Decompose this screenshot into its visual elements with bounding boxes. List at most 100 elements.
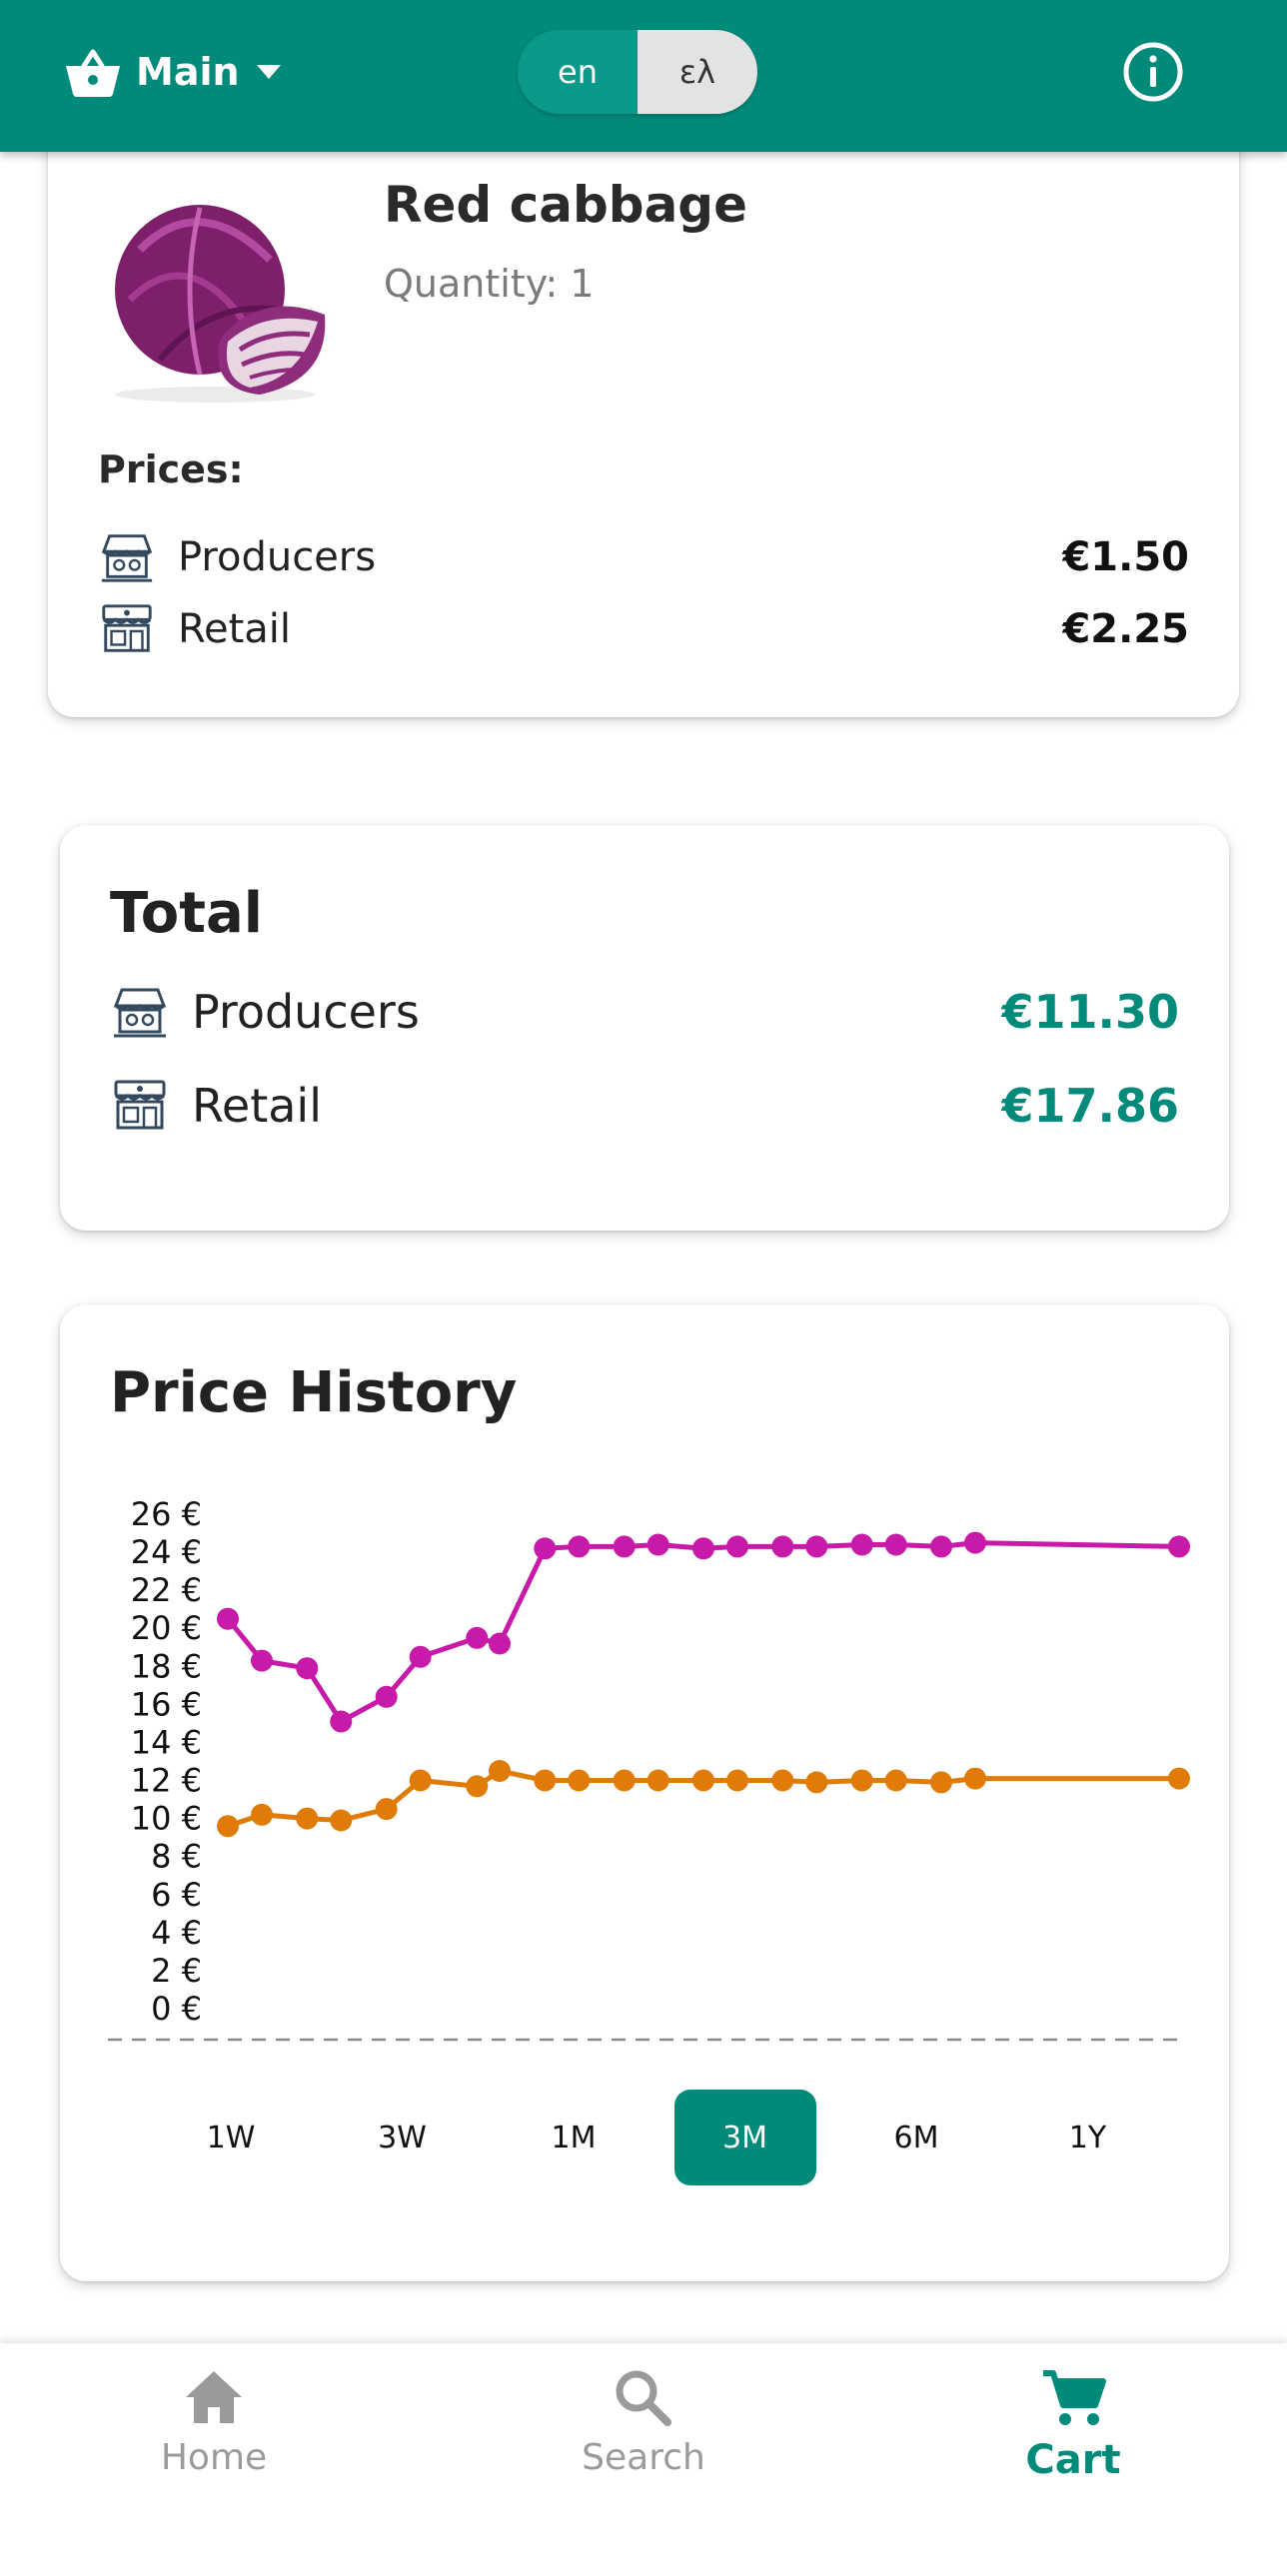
info-icon[interactable] xyxy=(1121,40,1185,104)
range-button-3m[interactable]: 3M xyxy=(673,2090,816,2185)
list-name: Main xyxy=(136,50,240,94)
price-label-retail: Retail xyxy=(178,606,292,652)
total-card: Total Producers €11.30 Retail €17.86 xyxy=(60,825,1229,1231)
y-tick-label: 0 € xyxy=(151,1990,202,2028)
data-point-series-0 xyxy=(850,1533,873,1556)
data-point-series-0 xyxy=(466,1626,489,1649)
data-point-series-1 xyxy=(726,1769,748,1792)
dropdown-arrow-icon xyxy=(256,65,281,79)
total-label-retail: Retail xyxy=(192,1079,322,1133)
data-point-series-0 xyxy=(217,1607,239,1630)
data-point-series-1 xyxy=(466,1775,489,1798)
data-point-series-0 xyxy=(771,1535,794,1558)
total-row-producers: Producers €11.30 xyxy=(110,977,1179,1047)
bottom-navigation: Home Search Cart xyxy=(0,2343,1287,2576)
nav-cart[interactable]: Cart xyxy=(943,2343,1203,2543)
price-label-producers: Producers xyxy=(178,534,377,580)
list-selector[interactable]: Main xyxy=(64,40,282,104)
data-point-series-1 xyxy=(251,1803,273,1826)
data-point-series-0 xyxy=(1168,1535,1190,1558)
product-quantity: Quantity: 1 xyxy=(384,262,595,306)
y-tick-label: 24 € xyxy=(131,1533,202,1571)
product-name: Red cabbage xyxy=(384,176,748,234)
cart-item-card: Red cabbage Quantity: 1 Prices: Producer… xyxy=(48,110,1239,717)
y-tick-label: 2 € xyxy=(151,1952,202,1990)
range-button-1m[interactable]: 1M xyxy=(503,2090,644,2185)
data-point-series-1 xyxy=(1168,1767,1190,1790)
data-point-series-0 xyxy=(251,1649,273,1672)
prices-label: Prices: xyxy=(98,447,244,491)
total-title: Total xyxy=(110,881,263,946)
price-history-card: Price History 0 €2 €4 €6 €8 €10 €12 €14 … xyxy=(60,1304,1229,2281)
data-point-series-1 xyxy=(534,1769,557,1792)
range-button-6m[interactable]: 6M xyxy=(845,2090,987,2185)
search-icon xyxy=(616,2370,671,2426)
data-point-series-0 xyxy=(409,1645,432,1668)
language-option-el[interactable]: ελ xyxy=(638,30,757,114)
nav-cart-label: Cart xyxy=(1025,2437,1121,2483)
nav-search-label: Search xyxy=(582,2437,705,2478)
range-button-3w[interactable]: 3W xyxy=(332,2090,474,2185)
data-point-series-0 xyxy=(375,1685,398,1708)
total-row-retail: Retail €17.86 xyxy=(110,1071,1179,1141)
retail-store-icon xyxy=(102,604,152,652)
y-tick-label: 18 € xyxy=(131,1647,202,1685)
y-tick-label: 26 € xyxy=(131,1495,202,1533)
data-point-series-1 xyxy=(296,1807,319,1830)
price-value-producers: €1.50 xyxy=(1062,534,1189,580)
price-row-producers: Producers €1.50 xyxy=(98,527,1189,587)
app-root: Main en ελ Red cabbage Quantity: 1 Price… xyxy=(0,0,1287,2576)
data-point-series-1 xyxy=(771,1769,794,1792)
language-toggle: en ελ xyxy=(518,30,757,114)
data-point-series-1 xyxy=(217,1815,239,1838)
range-button-1w[interactable]: 1W xyxy=(160,2090,302,2185)
cart-icon xyxy=(1043,2370,1106,2425)
y-tick-label: 20 € xyxy=(131,1609,202,1647)
data-point-series-1 xyxy=(884,1769,907,1792)
y-tick-label: 12 € xyxy=(131,1762,202,1800)
price-value-retail: €2.25 xyxy=(1062,606,1189,652)
y-tick-label: 16 € xyxy=(131,1685,202,1723)
data-point-series-1 xyxy=(805,1771,828,1794)
total-label-producers: Producers xyxy=(192,985,420,1039)
data-point-series-0 xyxy=(726,1535,748,1558)
home-icon xyxy=(186,2371,242,2423)
data-point-series-1 xyxy=(330,1809,353,1832)
total-value-retail: €17.86 xyxy=(1001,1079,1179,1133)
data-point-series-0 xyxy=(534,1537,557,1560)
y-tick-label: 10 € xyxy=(131,1800,202,1838)
data-point-series-1 xyxy=(489,1760,511,1782)
language-option-en[interactable]: en xyxy=(518,30,638,114)
price-history-chart: 0 €2 €4 €6 €8 €10 €12 €14 €16 €18 €20 €2… xyxy=(108,1495,1190,2042)
series-line-0 xyxy=(226,1540,1180,1724)
farmers-market-icon xyxy=(101,534,153,582)
data-point-series-0 xyxy=(613,1535,636,1558)
data-point-series-0 xyxy=(330,1710,353,1733)
data-point-series-1 xyxy=(568,1769,591,1792)
data-point-series-0 xyxy=(489,1632,511,1655)
data-point-series-1 xyxy=(692,1769,714,1792)
data-point-series-0 xyxy=(296,1657,319,1680)
range-button-1y[interactable]: 1Y xyxy=(1017,2090,1159,2185)
nav-home-label: Home xyxy=(160,2437,268,2478)
data-point-series-0 xyxy=(568,1535,591,1558)
y-tick-label: 4 € xyxy=(151,1914,202,1952)
data-point-series-0 xyxy=(930,1535,952,1558)
nav-home[interactable]: Home xyxy=(84,2343,344,2543)
data-point-series-0 xyxy=(884,1533,907,1556)
y-tick-label: 8 € xyxy=(151,1838,202,1876)
nav-search[interactable]: Search xyxy=(514,2343,773,2543)
data-point-series-1 xyxy=(930,1771,952,1794)
data-point-series-1 xyxy=(850,1769,873,1792)
time-range-selector: 1W 3W 1M 3M 6M 1Y xyxy=(160,2090,1159,2185)
retail-store-icon xyxy=(114,1080,166,1130)
data-point-series-0 xyxy=(964,1531,986,1554)
red-cabbage-image xyxy=(115,205,326,403)
data-point-series-0 xyxy=(646,1533,669,1556)
data-point-series-1 xyxy=(613,1769,636,1792)
price-row-retail: Retail €2.25 xyxy=(98,599,1189,659)
basket-icon xyxy=(66,49,120,97)
data-point-series-0 xyxy=(692,1537,714,1560)
farmers-market-icon xyxy=(113,988,167,1038)
y-tick-label: 6 € xyxy=(151,1876,202,1914)
